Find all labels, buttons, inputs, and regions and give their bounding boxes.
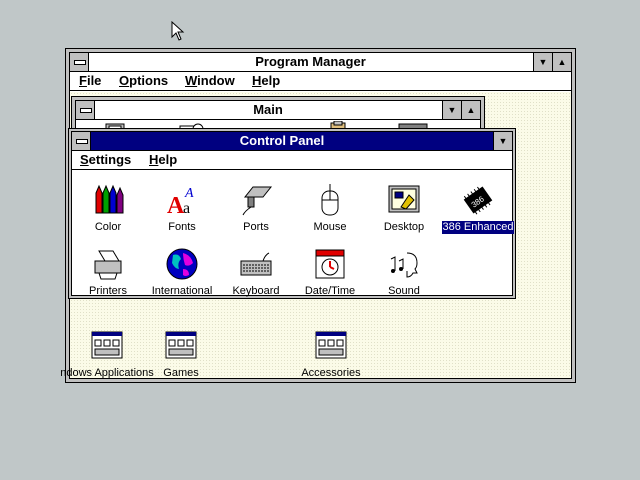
cp-menu-help[interactable]: Help: [149, 151, 177, 169]
menu-options[interactable]: Options: [119, 72, 168, 90]
ports-icon: [242, 186, 273, 216]
sound-icon: [390, 252, 418, 278]
program-group-icon: [91, 331, 123, 359]
main-maximize-button[interactable]: ▲: [461, 101, 480, 119]
menu-window[interactable]: Window: [185, 72, 235, 90]
svg-text:A: A: [184, 186, 194, 201]
minimize-button[interactable]: ▼: [533, 53, 552, 71]
maximize-button[interactable]: ▲: [552, 53, 571, 71]
cp-system-menu-button[interactable]: [72, 132, 91, 150]
color-applet[interactable]: Color: [70, 183, 146, 235]
applet-label: Printers: [89, 285, 127, 297]
fonts-icon: A a A: [167, 186, 194, 219]
applet-label: Date/Time: [304, 285, 356, 297]
group-label: Accessories: [301, 367, 361, 379]
main-system-menu-button[interactable]: [76, 101, 95, 119]
mouse-icon: [321, 184, 339, 216]
control-panel-menubar: Settings Help: [72, 151, 512, 170]
program-manager-titlebar[interactable]: Program Manager ▼ ▲: [70, 53, 571, 72]
calendar-clock-icon: [315, 249, 345, 279]
svg-text:a: a: [183, 200, 190, 217]
cp-minimize-button[interactable]: ▼: [493, 132, 512, 150]
control-panel-titlebar[interactable]: Control Panel ▼: [72, 132, 512, 151]
386-enhanced-applet[interactable]: 386 386 Enhanced: [440, 183, 516, 235]
menu-help[interactable]: Help: [252, 72, 280, 90]
applet-label: Fonts: [168, 221, 196, 233]
color-icon: [95, 184, 124, 214]
date-time-applet[interactable]: Date/Time: [292, 247, 368, 299]
applet-label: Sound: [388, 285, 420, 297]
mouse-pointer-icon: [171, 21, 185, 41]
applet-label: Ports: [243, 221, 269, 233]
applet-label-selected: 386 Enhanced: [441, 221, 515, 234]
desktop-icon: [388, 185, 420, 213]
globe-icon: [166, 248, 198, 280]
applet-label: Desktop: [383, 221, 425, 233]
program-manager-menubar: File Options Window Help: [70, 72, 571, 91]
menu-settings[interactable]: Settings: [80, 151, 131, 169]
menu-file[interactable]: File: [79, 72, 101, 90]
applet-label: International: [151, 285, 213, 297]
mouse-applet[interactable]: Mouse: [292, 183, 368, 235]
international-applet[interactable]: International: [144, 247, 220, 299]
keyboard-applet[interactable]: Keyboard: [218, 247, 294, 299]
system-menu-button[interactable]: [70, 53, 89, 71]
program-group-icon: [315, 331, 347, 359]
main-titlebar[interactable]: Main ▼ ▲: [76, 101, 480, 120]
applet-label: Keyboard: [232, 285, 280, 297]
fonts-applet[interactable]: A a A Fonts: [144, 183, 220, 235]
keyboard-icon: [240, 252, 272, 276]
desktop-applet[interactable]: Desktop: [366, 183, 442, 235]
control-panel-window[interactable]: Control Panel ▼ Settings Help Color A a …: [68, 128, 516, 299]
group-label: Games: [163, 367, 199, 379]
printer-icon: [94, 250, 122, 280]
printers-applet[interactable]: Printers: [70, 247, 146, 299]
group-games[interactable]: Games: [131, 331, 231, 379]
chip-icon: 386: [463, 186, 493, 215]
control-panel-title: Control Panel: [239, 133, 325, 148]
applet-label: Mouse: [313, 221, 347, 233]
applet-label: Color: [94, 221, 122, 233]
main-minimize-button[interactable]: ▼: [442, 101, 461, 119]
sound-applet[interactable]: Sound: [366, 247, 442, 299]
program-manager-title: Program Manager: [255, 54, 366, 69]
main-title: Main: [253, 102, 283, 117]
group-accessories[interactable]: Accessories: [281, 331, 381, 379]
program-group-icon: [165, 331, 197, 359]
ports-applet[interactable]: Ports: [218, 183, 294, 235]
